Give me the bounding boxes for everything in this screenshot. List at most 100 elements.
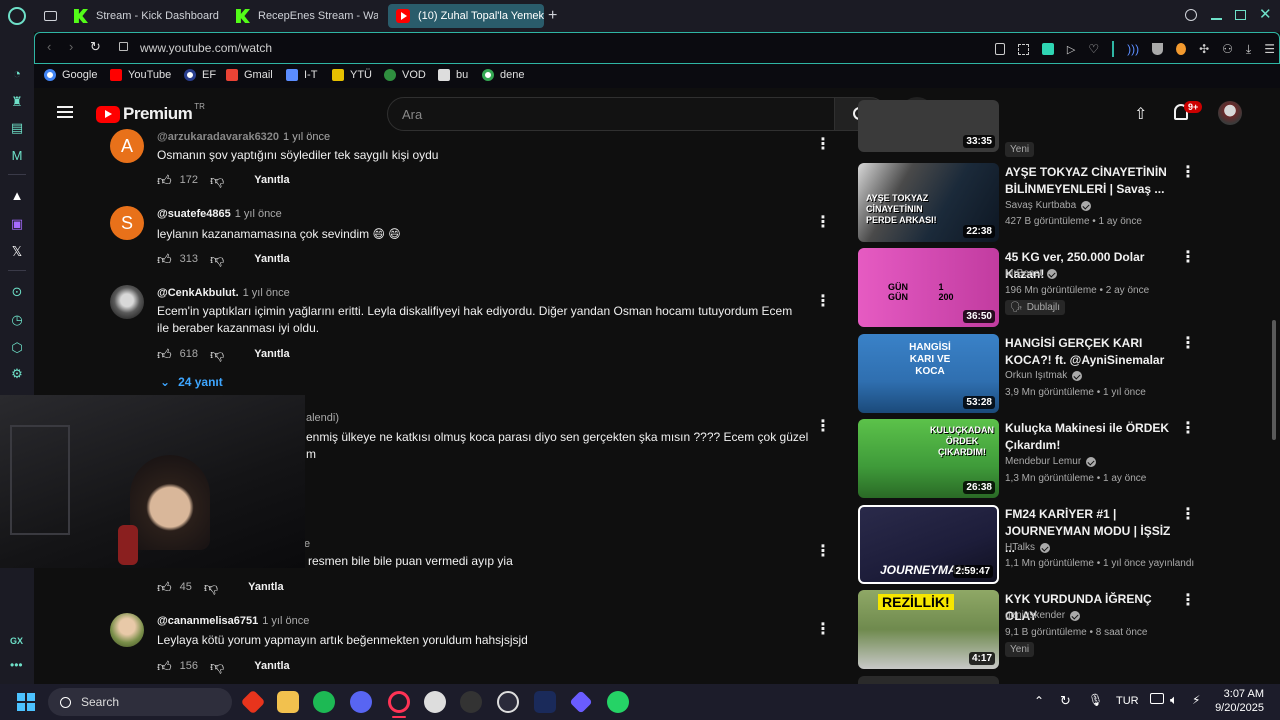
new-tab-plus-icon[interactable]: + (548, 7, 562, 25)
comment-author[interactable]: @CenkAkbulut. 1 yıl önce (157, 287, 290, 299)
comment-author[interactable]: @cananmelisa6751 1 yıl önce (157, 615, 309, 627)
channel-name[interactable]: MrBeast (1005, 268, 1058, 279)
bookmark-vod[interactable]: VOD (384, 69, 426, 81)
channel-name[interactable]: Mendebur Lemur (1005, 456, 1097, 467)
youtube-logo[interactable]: Premium TR (96, 102, 205, 124)
video-thumbnail[interactable] (858, 676, 999, 684)
video-menu-icon[interactable]: ⋮ (1180, 506, 1196, 524)
language-indicator[interactable]: TUR (1116, 695, 1139, 707)
reply-button[interactable]: Yanıtla (254, 174, 289, 186)
video-thumbnail[interactable]: HANGİSİ KARI VE KOCA 53:28 (858, 334, 999, 413)
comment-menu-icon[interactable]: ⋮ (815, 136, 831, 154)
dislike-icon[interactable]: 👎︎ (204, 579, 218, 596)
whatsapp-icon[interactable] (607, 691, 629, 713)
obs-icon[interactable] (424, 691, 446, 713)
like-icon[interactable]: 👍︎ (157, 579, 172, 596)
extensions-icon[interactable]: ⬡ (9, 340, 25, 356)
heart-icon[interactable]: ♡ (1088, 42, 1099, 56)
video-thumbnail[interactable]: AYŞE TOKYAZ CİNAYETİNIN PERDE ARKASI! 22… (858, 163, 999, 242)
tab-recepenes-stream[interactable]: RecepEnes Stream - Watc (228, 4, 378, 28)
video-menu-icon[interactable]: ⋮ (1180, 335, 1196, 353)
app-icon-diamond[interactable] (569, 690, 593, 714)
audio-app-icon[interactable] (534, 691, 556, 713)
comment-menu-icon[interactable]: ⋮ (815, 418, 831, 436)
bookmark-ef[interactable]: EF (184, 69, 216, 81)
channel-name[interactable]: geniuskender (1005, 610, 1081, 621)
bookmark-bu[interactable]: bu (438, 69, 468, 81)
tab-youtube-video[interactable]: (10) Zuhal Topal'la Yemek (388, 4, 544, 28)
like-icon[interactable]: 👍︎ (157, 251, 172, 268)
reply-button[interactable]: Yanıtla (254, 660, 289, 672)
bookmark-dene[interactable]: dene (482, 69, 524, 81)
more-icon[interactable]: ••• (10, 658, 23, 672)
windows-start-icon[interactable] (17, 693, 35, 711)
video-thumbnail[interactable]: REZİLLİK! 4:17 (858, 590, 999, 669)
video-menu-icon[interactable]: ⋮ (1180, 592, 1196, 610)
tray-chevron-icon[interactable]: ⌃ (1034, 694, 1044, 708)
gx-label[interactable]: GX (10, 636, 23, 646)
honey-icon[interactable] (1176, 43, 1187, 55)
clock-time[interactable]: 3:07 AM (1222, 688, 1264, 700)
menu-icon[interactable]: ☰ (1264, 42, 1275, 56)
clock-date[interactable]: 9/20/2025 (1210, 702, 1264, 714)
minimize-icon[interactable] (1211, 18, 1222, 20)
video-menu-icon[interactable]: ⋮ (1180, 249, 1196, 267)
channel-name[interactable]: Savaş Kurtbaba (1005, 200, 1092, 211)
gx-corner-icon[interactable]: ♜ (9, 94, 25, 110)
dislike-icon[interactable]: 👎︎ (210, 251, 224, 268)
spotify-icon[interactable] (313, 691, 335, 713)
news-icon[interactable]: ▤ (9, 120, 25, 136)
url-field[interactable]: www.youtube.com/watch (140, 41, 272, 55)
app-icon-red[interactable] (240, 689, 266, 715)
shield-ext-icon[interactable] (1041, 43, 1054, 55)
reply-button[interactable]: Yanıtla (254, 253, 289, 265)
download-icon[interactable]: ⤓ (1246, 42, 1251, 57)
battery-icon[interactable]: ⚡︎ (1192, 693, 1200, 707)
bookmark-google[interactable]: Google (44, 69, 97, 81)
channel-name[interactable]: Orkun Işıtmak (1005, 370, 1083, 381)
comment-menu-icon[interactable]: ⋮ (815, 293, 831, 311)
avatar[interactable] (110, 285, 144, 319)
back-icon[interactable]: ‹ (47, 39, 51, 54)
artifact-icon[interactable]: ▲ (9, 188, 25, 204)
profile-icon[interactable]: ⚇ (1222, 42, 1233, 56)
dislike-icon[interactable]: 👎︎ (210, 346, 224, 363)
comment-menu-icon[interactable]: ⋮ (815, 543, 831, 561)
video-title[interactable]: AYŞE TOKYAZ CİNAYETİNİN BİLİNMEYENLERİ |… (1005, 164, 1175, 198)
tray-mic-icon[interactable]: 🎙︎ (1088, 693, 1103, 707)
comment-menu-icon[interactable]: ⋮ (815, 214, 831, 232)
file-explorer-icon[interactable] (277, 691, 299, 713)
taskbar-search[interactable]: Search (48, 688, 232, 716)
settings-icon[interactable]: ⚙ (9, 366, 25, 382)
reply-button[interactable]: Yanıtla (248, 581, 283, 593)
gmail-sidebar-icon[interactable]: M (9, 148, 25, 164)
snapshot-icon[interactable] (1017, 43, 1029, 55)
video-menu-icon[interactable]: ⋮ (1180, 420, 1196, 438)
bookmark-it[interactable]: I-T (286, 69, 317, 81)
reload-icon[interactable]: ↻ (90, 39, 101, 55)
bookmark-gmail[interactable]: Gmail (226, 69, 273, 81)
search-tabs-icon[interactable] (1185, 9, 1197, 21)
comment-menu-icon[interactable]: ⋮ (815, 621, 831, 639)
video-title[interactable]: Kuluçka Makinesi ile ÖRDEK Çıkardım! (1005, 420, 1175, 454)
comment-author[interactable]: @suatefe4865 1 yıl önce (157, 208, 282, 220)
avatar[interactable]: A (110, 129, 144, 163)
app-icon-g[interactable] (460, 691, 482, 713)
bookmark-ytu[interactable]: YTÜ (332, 69, 372, 81)
page-scrollbar[interactable] (1272, 320, 1276, 440)
video-thumbnail[interactable]: 33:35 (858, 100, 999, 152)
tab-switcher-icon[interactable] (44, 11, 57, 21)
reply-button[interactable]: Yanıtla (254, 348, 289, 360)
x-twitter-icon[interactable]: 𝕏 (9, 244, 25, 260)
video-thumbnail[interactable]: GÜN 1 GÜN 200 36:50 (858, 248, 999, 327)
puzzle-icon[interactable]: ✣ (1199, 42, 1209, 56)
view-replies-button[interactable]: ⌄ 24 yanıt (160, 375, 223, 389)
pin-icon[interactable] (995, 43, 1005, 55)
audio-ext-icon[interactable]: ))) (1127, 42, 1139, 56)
adblock-icon[interactable] (1152, 43, 1164, 55)
video-thumbnail[interactable]: KULUÇKADAN ÖRDEK ÇIKARDIM! 26:38 (858, 419, 999, 498)
tab-kick-dashboard[interactable]: Stream - Kick Dashboard (66, 4, 224, 28)
discord-icon[interactable] (350, 691, 372, 713)
opera-gx-icon[interactable] (388, 691, 410, 713)
volume-icon[interactable]: 🔈︎ (1170, 692, 1178, 708)
